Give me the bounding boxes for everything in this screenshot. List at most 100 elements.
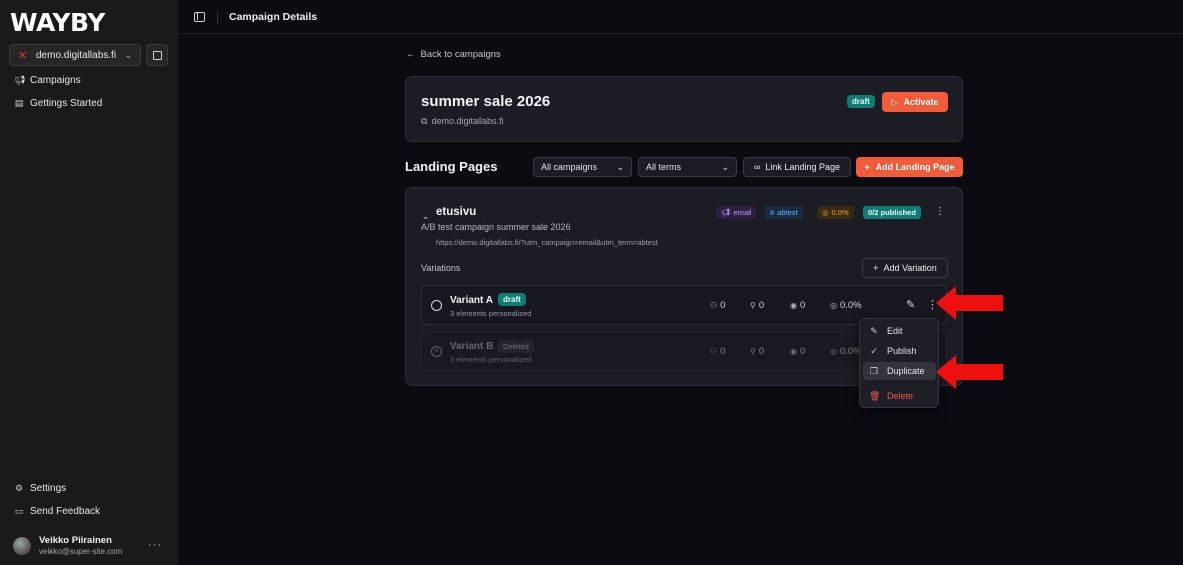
link-landing-page-label: Link Landing Page — [765, 162, 840, 172]
activate-label: Activate — [903, 97, 939, 107]
visitors-value: 0 — [720, 346, 726, 357]
circle-icon[interactable] — [431, 300, 442, 311]
views-value: 0 — [799, 300, 806, 311]
status-badge: draft — [498, 293, 526, 306]
more-vertical-icon[interactable]: ⋮ — [935, 206, 945, 217]
cursor-click-icon: ⚲ — [750, 347, 756, 356]
status-badge: draft — [847, 95, 875, 108]
clicks-value: 0 — [758, 346, 765, 357]
chevron-down-icon: ⌄ — [124, 49, 132, 60]
cursor-click-icon: ⚲ — [750, 301, 756, 310]
users-icon: ⚇ — [710, 301, 718, 310]
conversion-tag: ◎ 0.0% — [817, 206, 854, 219]
users-icon: ⚇ — [710, 347, 718, 356]
menu-item-delete[interactable]: 🗑︎ Delete — [863, 387, 936, 405]
term-tag-label: abtest — [777, 208, 798, 217]
campaign-filter-value: All campaigns — [541, 162, 598, 172]
eye-icon: ◉ — [790, 347, 797, 356]
target-icon: ◎ — [830, 301, 837, 310]
chevron-down-icon[interactable]: ⌄ — [422, 211, 430, 222]
sidebar-item-label: Campaigns — [30, 75, 81, 86]
sidebar-item-send-feedback[interactable]: ▭ Send Feedback — [14, 506, 100, 517]
x-circle-icon: × — [431, 346, 442, 357]
clicks-value: 0 — [758, 300, 765, 311]
campaign-filter-select[interactable]: All campaigns ⌄ — [533, 157, 632, 177]
views-stat: ◉ 0 — [790, 346, 805, 357]
link-landing-page-button[interactable]: ∞ Link Landing Page — [743, 157, 851, 177]
terms-filter-select[interactable]: All terms ⌄ — [638, 157, 737, 177]
menu-item-label: Publish — [887, 346, 917, 356]
annotation-arrow-icon — [936, 286, 1003, 320]
clicks-stat: ⚲ 0 — [750, 300, 764, 311]
variant-subtitle: 3 elements personalized — [450, 309, 532, 318]
menu-item-edit[interactable]: ✎ Edit — [863, 322, 936, 340]
megaphone-icon: 📢︎ — [14, 75, 26, 85]
campaign-site-link[interactable]: ⧉ demo.digitallabs.fi — [421, 116, 503, 127]
check-circle-icon: ✓ — [870, 345, 878, 356]
play-icon: ▷ — [891, 96, 899, 107]
user-profile[interactable]: Veikko Piirainen veikko@super-site.com ·… — [13, 535, 168, 556]
pencil-icon: ✎ — [870, 325, 878, 336]
add-variation-button[interactable]: + Add Variation — [862, 258, 948, 278]
site-favicon-icon: ✕ — [18, 49, 28, 62]
sidebar-item-getting-started[interactable]: ▤ Gettings Started — [14, 98, 103, 109]
variations-label: Variations — [421, 263, 461, 273]
sidebar-item-label: Gettings Started — [30, 98, 103, 109]
variant-name: Variant A — [450, 295, 493, 306]
gear-icon: ⚙ — [14, 483, 24, 493]
menu-item-label: Delete — [887, 391, 914, 401]
site-settings-button[interactable] — [146, 44, 168, 66]
plus-icon: + — [864, 162, 870, 172]
back-to-campaigns-link[interactable]: ← Back to campaigns — [406, 49, 501, 60]
landing-page-name: etusivu — [436, 206, 477, 218]
site-selector[interactable]: ✕ demo.digitallabs.fi ⌄ — [9, 44, 141, 66]
target-icon: ◎ — [822, 208, 829, 217]
annotation-arrow-icon — [936, 355, 1003, 389]
source-tag: 📢︎ email — [716, 206, 757, 219]
eye-icon: ◉ — [790, 301, 797, 310]
campaign-card: summer sale 2026 ⧉ demo.digitallabs.fi d… — [405, 76, 963, 142]
user-name: Veikko Piirainen — [39, 535, 112, 546]
visitors-stat: ⚇ 0 — [710, 300, 725, 311]
variant-context-menu: ✎ Edit ✓ Publish ❐ Duplicate 🗑︎ Delete — [859, 318, 939, 408]
sidebar-item-settings[interactable]: ⚙ Settings — [14, 483, 66, 494]
chevron-down-icon: ⌄ — [616, 161, 624, 172]
back-link-label: Back to campaigns — [420, 49, 501, 60]
published-tag-label: 0/2 published — [868, 208, 916, 217]
wayby-logo[interactable]: WAYBY — [10, 8, 105, 37]
landing-page-url: https://demo.digitallabs.fi/?utm_campaig… — [436, 238, 658, 247]
plus-icon: + — [873, 263, 879, 273]
variant-subtitle: 3 elements personalized — [450, 355, 532, 364]
add-landing-page-label: Add Landing Page — [875, 162, 955, 172]
divider — [217, 11, 218, 24]
arrow-left-icon: ← — [406, 49, 416, 60]
conversion-stat: ◎ 0.0% — [830, 346, 862, 357]
sidebar-item-campaigns[interactable]: 📢︎ Campaigns — [14, 75, 81, 86]
sidebar-toggle-icon[interactable] — [194, 12, 205, 22]
views-stat: ◉ 0 — [790, 300, 805, 311]
sidebar: WAYBY ✕ demo.digitallabs.fi ⌄ 📢︎ Campaig… — [0, 0, 178, 565]
conversion-value: 0.0% — [839, 300, 862, 311]
sidebar-item-label: Settings — [30, 483, 67, 494]
menu-item-label: Duplicate — [887, 366, 925, 376]
pencil-icon[interactable]: ✎ — [906, 298, 915, 311]
hash-icon: # — [770, 208, 775, 217]
top-bar: Campaign Details — [178, 0, 1183, 34]
page-title: Campaign Details — [229, 11, 318, 23]
add-landing-page-button[interactable]: + Add Landing Page — [856, 157, 963, 177]
chevron-down-icon: ⌄ — [721, 161, 729, 172]
source-tag-label: email — [733, 208, 752, 217]
campaign-site-label: demo.digitallabs.fi — [431, 116, 504, 126]
image-icon — [152, 50, 162, 60]
copy-icon: ❐ — [869, 365, 879, 376]
more-icon[interactable]: ··· — [148, 539, 162, 551]
status-badge: Deleted — [498, 340, 534, 353]
sidebar-item-label: Send Feedback — [30, 506, 101, 517]
landing-page-description: A/B test campaign summer sale 2026 — [421, 222, 571, 232]
conversion-stat: ◎ 0.0% — [830, 300, 862, 311]
menu-item-duplicate[interactable]: ❐ Duplicate — [863, 362, 936, 380]
landing-pages-heading: Landing Pages — [405, 159, 498, 174]
visitors-stat: ⚇ 0 — [710, 346, 725, 357]
menu-item-publish[interactable]: ✓ Publish — [863, 342, 936, 360]
activate-button[interactable]: ▷ Activate — [882, 92, 948, 112]
